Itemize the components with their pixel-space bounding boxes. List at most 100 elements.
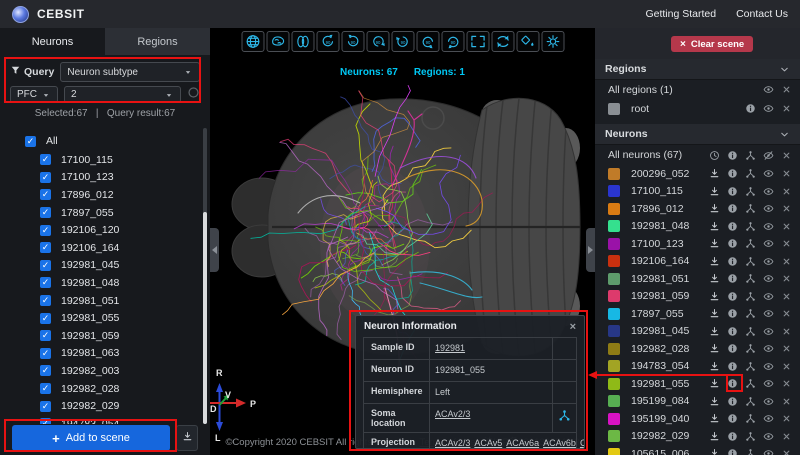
popup-value-link[interactable]: ACAv2/3 bbox=[435, 438, 470, 448]
history-icon[interactable] bbox=[708, 149, 720, 161]
popup-value-link[interactable]: CP bbox=[580, 438, 585, 448]
reset-view-button[interactable] bbox=[491, 31, 514, 52]
neuron-list-item[interactable]: 192982_003 bbox=[40, 362, 202, 380]
left-scrollbar-thumb[interactable] bbox=[203, 212, 207, 424]
visibility-icon[interactable] bbox=[762, 84, 774, 96]
checkbox-checked-icon[interactable] bbox=[40, 295, 51, 306]
neuron-color-swatch[interactable] bbox=[608, 430, 620, 442]
remove-icon[interactable] bbox=[780, 308, 792, 320]
neuron-structure-icon[interactable] bbox=[744, 413, 756, 425]
neuron-color-swatch[interactable] bbox=[608, 273, 620, 285]
atlas-view-button[interactable] bbox=[241, 31, 264, 52]
visibility-icon[interactable] bbox=[762, 203, 774, 215]
popup-value-link[interactable]: 192981 bbox=[435, 343, 465, 353]
download-icon[interactable] bbox=[708, 185, 720, 197]
neuron-list-item[interactable]: 192981_063 bbox=[40, 345, 202, 363]
region-select[interactable]: PFC bbox=[10, 86, 58, 103]
remove-icon[interactable] bbox=[780, 103, 792, 115]
checkbox-checked-icon[interactable] bbox=[25, 136, 36, 147]
rotate-left-90-button[interactable]: 90 bbox=[366, 31, 389, 52]
remove-icon[interactable] bbox=[780, 360, 792, 372]
remove-icon[interactable] bbox=[780, 203, 792, 215]
checkbox-checked-icon[interactable] bbox=[40, 313, 51, 324]
visibility-icon[interactable] bbox=[762, 430, 774, 442]
neuron-structure-icon[interactable] bbox=[744, 255, 756, 267]
visibility-icon[interactable] bbox=[762, 255, 774, 267]
neuron-color-swatch[interactable] bbox=[608, 395, 620, 407]
checkbox-checked-icon[interactable] bbox=[40, 207, 51, 218]
download-list-button[interactable] bbox=[176, 425, 198, 451]
neuron-list-item[interactable]: 17897_055 bbox=[40, 204, 202, 222]
rotate-up-90-button[interactable]: 90 bbox=[316, 31, 339, 52]
info-icon[interactable] bbox=[726, 413, 738, 425]
neuron-list-item[interactable]: 17100_115 bbox=[40, 151, 202, 169]
info-icon[interactable] bbox=[726, 290, 738, 302]
visibility-icon[interactable] bbox=[762, 220, 774, 232]
checkbox-checked-icon[interactable] bbox=[40, 189, 51, 200]
neuron-list-item[interactable]: 17100_123 bbox=[40, 169, 202, 187]
visibility-icon[interactable] bbox=[762, 343, 774, 355]
tab-regions[interactable]: Regions bbox=[105, 28, 210, 55]
info-icon[interactable] bbox=[726, 325, 738, 337]
neuron-color-swatch[interactable] bbox=[608, 168, 620, 180]
info-icon[interactable] bbox=[726, 238, 738, 250]
download-icon[interactable] bbox=[708, 343, 720, 355]
nav-getting-started[interactable]: Getting Started bbox=[645, 8, 716, 20]
remove-icon[interactable] bbox=[780, 290, 792, 302]
neuron-structure-icon[interactable] bbox=[744, 325, 756, 337]
visibility-icon[interactable] bbox=[762, 168, 774, 180]
add-to-scene-button[interactable]: + Add to scene bbox=[12, 425, 170, 451]
remove-icon[interactable] bbox=[780, 395, 792, 407]
neuron-color-swatch[interactable] bbox=[608, 290, 620, 302]
download-icon[interactable] bbox=[708, 238, 720, 250]
brain-axial-view-button[interactable] bbox=[291, 31, 314, 52]
roll-right-90-button[interactable]: 90 bbox=[441, 31, 464, 52]
info-icon[interactable] bbox=[726, 273, 738, 285]
info-icon[interactable] bbox=[726, 430, 738, 442]
neuron-structure-icon[interactable] bbox=[744, 430, 756, 442]
subtype-select[interactable]: 2 bbox=[64, 86, 181, 103]
info-icon[interactable] bbox=[726, 220, 738, 232]
popup-close-icon[interactable]: × bbox=[570, 321, 576, 333]
neuron-structure-icon[interactable] bbox=[558, 409, 571, 427]
remove-icon[interactable] bbox=[780, 255, 792, 267]
remove-icon[interactable] bbox=[780, 430, 792, 442]
checkbox-checked-icon[interactable] bbox=[40, 330, 51, 341]
download-icon[interactable] bbox=[708, 290, 720, 302]
roll-left-90-button[interactable]: 90 bbox=[416, 31, 439, 52]
neuron-list-item[interactable]: 192982_029 bbox=[40, 397, 202, 415]
info-icon[interactable] bbox=[726, 203, 738, 215]
neuron-color-swatch[interactable] bbox=[608, 413, 620, 425]
neuron-structure-icon[interactable] bbox=[744, 273, 756, 285]
checkbox-checked-icon[interactable] bbox=[40, 154, 51, 165]
neuron-structure-icon[interactable] bbox=[744, 220, 756, 232]
remove-icon[interactable] bbox=[780, 220, 792, 232]
visibility-icon[interactable] bbox=[762, 308, 774, 320]
download-icon[interactable] bbox=[708, 168, 720, 180]
checkbox-checked-icon[interactable] bbox=[40, 383, 51, 394]
neuron-color-swatch[interactable] bbox=[608, 308, 620, 320]
download-icon[interactable] bbox=[708, 255, 720, 267]
info-icon[interactable] bbox=[726, 343, 738, 355]
neuron-color-swatch[interactable] bbox=[608, 238, 620, 250]
tab-neurons[interactable]: Neurons bbox=[0, 28, 105, 55]
info-icon[interactable] bbox=[726, 149, 738, 161]
neuron-structure-icon[interactable] bbox=[744, 203, 756, 215]
visibility-icon[interactable] bbox=[762, 360, 774, 372]
neuron-list-item[interactable]: 192981_059 bbox=[40, 327, 202, 345]
select-all-row[interactable]: All bbox=[25, 131, 202, 151]
download-icon[interactable] bbox=[708, 413, 720, 425]
download-icon[interactable] bbox=[708, 395, 720, 407]
neuron-color-swatch[interactable] bbox=[608, 360, 620, 372]
download-icon[interactable] bbox=[708, 430, 720, 442]
collapse-right-panel-handle[interactable] bbox=[586, 228, 595, 272]
neuron-list-item[interactable]: 192981_048 bbox=[40, 274, 202, 292]
neuron-structure-icon[interactable] bbox=[744, 238, 756, 250]
neuron-structure-icon[interactable] bbox=[744, 308, 756, 320]
remove-icon[interactable] bbox=[780, 185, 792, 197]
query-type-select[interactable]: Neuron subtype bbox=[60, 62, 200, 82]
rotate-right-90-button[interactable]: 90 bbox=[391, 31, 414, 52]
visibility-icon[interactable] bbox=[762, 325, 774, 337]
visibility-icon[interactable] bbox=[762, 273, 774, 285]
info-icon[interactable] bbox=[744, 103, 756, 115]
